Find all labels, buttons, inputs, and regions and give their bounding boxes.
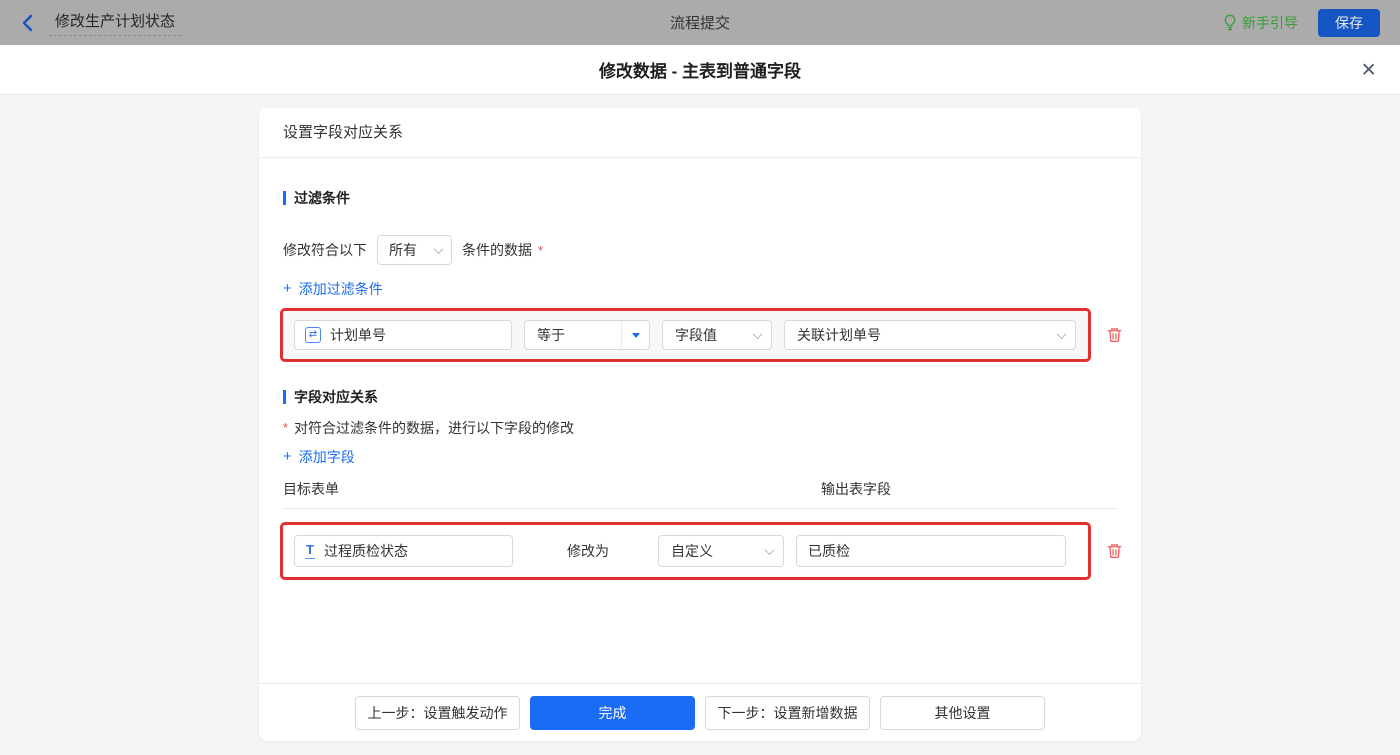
plus-icon: +: [283, 449, 292, 464]
column-header-target-form: 目标表单: [283, 479, 821, 499]
plus-icon: +: [283, 281, 292, 296]
done-button[interactable]: 完成: [530, 696, 695, 730]
workflow-node-label: 流程提交: [0, 12, 1400, 33]
delete-condition-button[interactable]: [1104, 324, 1125, 346]
save-button[interactable]: 保存: [1318, 9, 1380, 37]
beginner-guide-label: 新手引导: [1242, 13, 1298, 33]
add-field-link[interactable]: + 添加字段: [283, 448, 355, 465]
target-field-value: 过程质检状态: [324, 541, 408, 561]
column-header-output-field: 输出表字段: [821, 479, 891, 499]
custom-value-input[interactable]: [796, 535, 1066, 567]
filter-field-value: 计划单号: [330, 325, 386, 345]
section-marker-bar: [283, 191, 286, 205]
mapping-column-headers: 目标表单 输出表字段: [283, 479, 1117, 509]
value-type-value: 字段值: [675, 325, 717, 345]
field-mapping-row: T 过程质检状态 修改为 自定义: [280, 522, 1117, 580]
required-asterisk: *: [283, 420, 288, 435]
modal-header: 修改数据 - 主表到普通字段 ×: [0, 45, 1400, 95]
match-condition-row: 修改符合以下 所有 条件的数据 *: [283, 235, 1117, 265]
operator-select[interactable]: 等于: [524, 320, 650, 350]
compare-field-value: 关联计划单号: [797, 325, 881, 345]
filter-condition-row: ⇄ 计划单号 等于 字段值 关联计划单号: [280, 308, 1117, 362]
target-field-select[interactable]: T 过程质检状态: [294, 535, 513, 567]
trash-icon: [1106, 326, 1123, 344]
add-filter-condition-link[interactable]: + 添加过滤条件: [283, 280, 383, 297]
filter-section-title: 过滤条件: [283, 189, 1117, 207]
modal-title: 修改数据 - 主表到普通字段: [599, 57, 801, 82]
value-mode-select[interactable]: 自定义: [658, 535, 784, 567]
lightbulb-icon: [1223, 14, 1237, 31]
match-mode-select[interactable]: 所有: [377, 235, 452, 265]
mapping-description-row: * 对符合过滤条件的数据，进行以下字段的修改: [283, 419, 1117, 436]
match-suffix-label: 条件的数据: [462, 240, 532, 260]
chevron-down-icon: [434, 244, 444, 254]
chevron-down-icon: [753, 329, 763, 339]
add-filter-condition-label: 添加过滤条件: [299, 279, 383, 299]
filter-section-title-text: 过滤条件: [294, 188, 350, 208]
prev-step-button[interactable]: 上一步：设置触发动作: [355, 696, 520, 730]
triangle-down-icon: [632, 333, 640, 338]
chevron-down-icon: [1057, 329, 1067, 339]
match-mode-value: 所有: [389, 240, 417, 260]
text-field-icon: T: [305, 543, 315, 559]
other-settings-button[interactable]: 其他设置: [880, 696, 1045, 730]
filter-condition-highlight-box: ⇄ 计划单号 等于 字段值 关联计划单号: [280, 308, 1091, 362]
section-marker-bar: [283, 390, 286, 404]
mapping-section-title: 字段对应关系: [283, 388, 1117, 406]
filter-field-select[interactable]: ⇄ 计划单号: [294, 320, 512, 350]
close-icon[interactable]: ×: [1361, 57, 1376, 82]
value-mode-value: 自定义: [671, 541, 713, 561]
workflow-title[interactable]: 修改生产计划状态: [49, 9, 181, 36]
chevron-down-icon: [765, 545, 775, 555]
add-field-label: 添加字段: [299, 447, 355, 467]
match-prefix-label: 修改符合以下: [283, 240, 367, 260]
delete-field-row-button[interactable]: [1104, 540, 1125, 562]
required-asterisk: *: [538, 243, 543, 258]
mapping-description: 对符合过滤条件的数据，进行以下字段的修改: [294, 418, 574, 438]
spacer: [283, 580, 1117, 683]
trash-icon: [1106, 542, 1123, 560]
panel-footer: 上一步：设置触发动作 完成 下一步：设置新增数据 其他设置: [259, 683, 1141, 741]
value-type-select[interactable]: 字段值: [662, 320, 772, 350]
modify-to-label: 修改为: [567, 541, 609, 561]
serial-number-field-icon: ⇄: [305, 327, 321, 343]
back-icon[interactable]: [20, 14, 34, 32]
top-toolbar: 修改生产计划状态 流程提交 新手引导 保存: [0, 0, 1400, 45]
operator-dropdown-zone[interactable]: [621, 321, 649, 349]
next-step-button[interactable]: 下一步：设置新增数据: [705, 696, 870, 730]
compare-field-select[interactable]: 关联计划单号: [784, 320, 1076, 350]
operator-value: 等于: [525, 321, 621, 349]
beginner-guide-link[interactable]: 新手引导: [1223, 13, 1298, 33]
mapping-section-title-text: 字段对应关系: [294, 387, 378, 407]
field-mapping-panel: 设置字段对应关系 过滤条件 修改符合以下 所有 条件的数据 * + 添加过滤条件…: [259, 108, 1141, 741]
panel-header-title: 设置字段对应关系: [259, 108, 1141, 158]
field-mapping-highlight-box: T 过程质检状态 修改为 自定义: [280, 522, 1091, 580]
